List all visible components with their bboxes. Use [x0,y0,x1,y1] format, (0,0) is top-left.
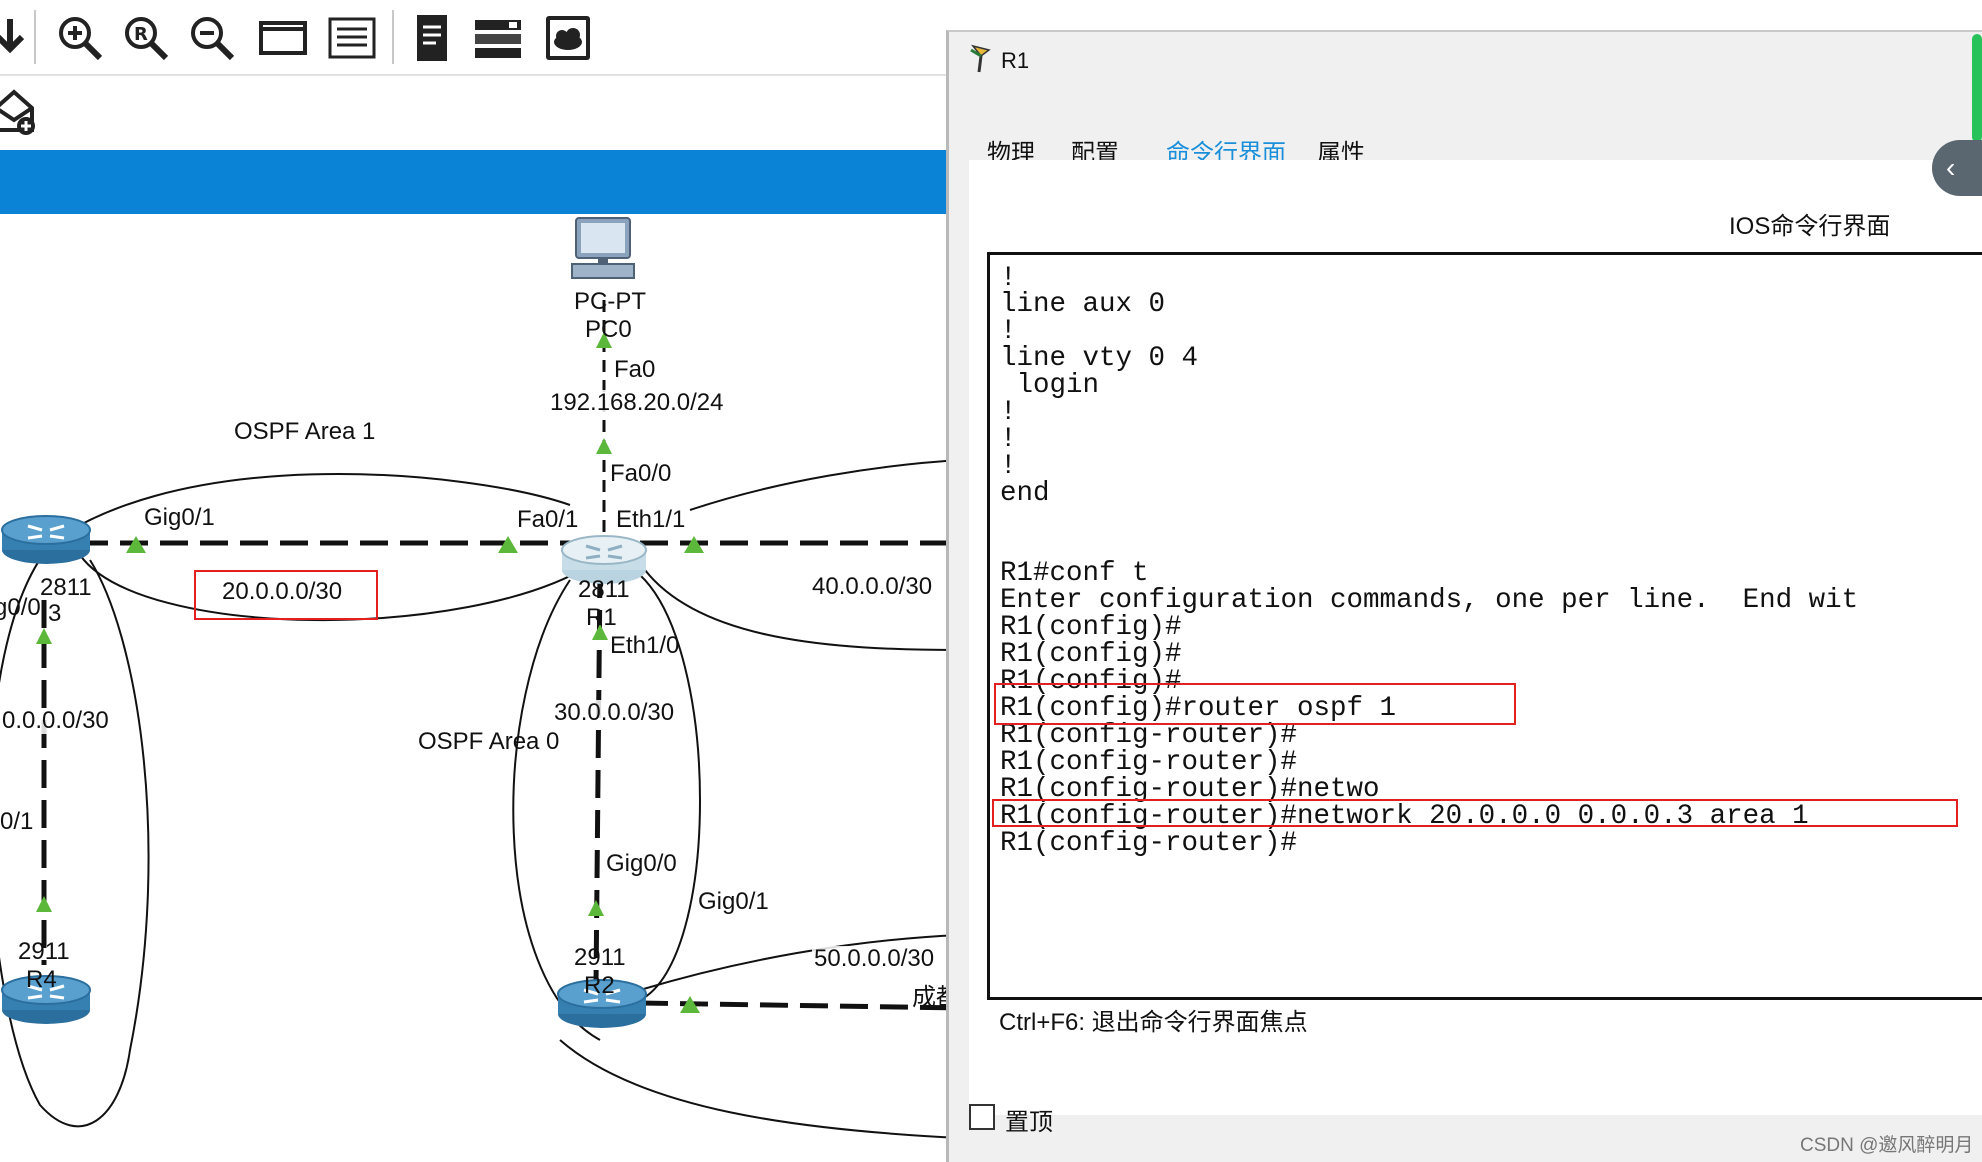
terminal-line: ! [1000,451,1017,482]
terminal-line: line aux 0 [1000,289,1166,320]
r3-model-label: 2811 [40,574,92,601]
toolbar-separator [392,10,394,64]
terminal-line: R1(config)# [1000,639,1182,670]
port-label-gig01-r2: Gig0/1 [698,888,769,915]
port-label-gig00-r2: Gig0/0 [606,850,677,877]
network-label-40: 40.0.0.0/30 [810,573,935,600]
workspace-header-bar [0,150,960,214]
window-icon[interactable] [255,10,311,66]
chevron-left-icon: ‹ [1946,152,1956,183]
ospf-area-outline [559,1039,960,1139]
ospf-area1-label: OSPF Area 1 [234,418,376,445]
terminal-line: R1(config-router)# [1000,747,1298,778]
collapse-panel-button[interactable]: ‹ [1932,140,1982,196]
port-label-fa00: Fa0/0 [610,460,672,487]
svg-text:R: R [134,24,148,45]
r3-name-label: 3 [48,600,62,627]
cli-tab-panel: IOS命令行界面 ! line aux 0 ! line vty 0 4 log… [969,160,1982,1115]
router-window-icon [967,44,995,74]
r4-name-label: R4 [26,966,57,993]
network-label-50: 50.0.0.0/30 [812,945,937,972]
notes-icon[interactable] [404,10,460,66]
terminal-line: login [1000,370,1100,401]
link-up-indicator [36,628,52,644]
device-list-icon[interactable] [470,10,526,66]
r1-model-label: 2811 [578,576,630,603]
terminal-line: ! [1000,424,1017,455]
terminal-line: line vty 0 4 [1000,343,1199,374]
secondary-toolbar [0,76,960,150]
cli-terminal[interactable]: ! line aux 0 ! line vty 0 4 login ! ! ! … [987,252,1982,1000]
terminal-line: end [1000,478,1050,509]
link-up-indicator [588,900,604,916]
network-label-left: 0.0.0.0/30 [0,707,111,734]
r4-model-label: 2911 [18,938,70,965]
pc-icon[interactable] [568,214,640,291]
device-dialog-r1: R1 物理 配置 命令行界面 属性 IOS命令行界面 ! line aux 0 … [946,30,1982,1162]
dialog-title: R1 [1001,48,1030,73]
port-label-eth10: Eth1/0 [610,632,680,659]
link-up-indicator [36,896,52,912]
port-label-r3-left: g0/0 [0,594,41,621]
undo-icon[interactable] [0,10,38,66]
r2-model-label: 2911 [574,944,626,971]
zoom-out-icon[interactable] [184,10,240,66]
zoom-reset-icon[interactable]: R [118,10,174,66]
ospf-area0-outline [512,579,601,1041]
ospf-area1-outline [29,473,571,561]
terminal-line: ! [1000,397,1017,428]
network-label-30: 30.0.0.0/30 [552,699,677,726]
terminal-line: R1(config)# [1000,612,1182,643]
highlight-router-ospf [994,683,1516,725]
main-toolbar: R [0,0,960,76]
port-label-fa0: Fa0 [614,356,656,383]
port-label-eth11: Eth1/1 [616,506,686,533]
router-r3-icon[interactable] [0,510,92,571]
pc-name-label: PC0 [585,316,632,343]
terminal-line: ! [1000,316,1017,347]
pin-on-top-label: 置顶 [1005,1109,1053,1136]
toolbar-separator [34,10,36,64]
topology-canvas[interactable]: PC-PT PC0 Fa0 192.168.20.0/24 Fa0/0 OSPF… [0,214,960,1160]
ospf-area0-label: OSPF Area 0 [418,728,560,755]
r2-name-label: R2 [584,972,615,999]
envelope-add-icon[interactable] [0,86,42,143]
terminal-line: R1(config-router)# [1000,720,1298,751]
watermark: CSDN @邀风醉明月 [1800,1135,1974,1156]
port-label-fa01: Fa0/1 [517,506,579,533]
network-label-lan: 192.168.20.0/24 [548,389,726,416]
highlight-network-20 [194,570,378,620]
status-indicator-strip [1972,34,1982,142]
topology-links [0,300,960,1139]
port-label-gig01-r3: Gig0/1 [144,504,215,531]
cluster-icon[interactable] [540,10,596,66]
pin-on-top-checkbox[interactable] [969,1104,995,1130]
zoom-in-icon[interactable] [52,10,108,66]
terminal-line: Enter configuration commands, one per li… [1000,585,1859,616]
pc-model-label: PC-PT [574,288,646,315]
link-up-indicator [596,438,612,454]
terminal-line: R1#conf t [1000,558,1149,589]
terminal-line: R1(config-router)# [1000,828,1298,859]
cli-focus-hint: Ctrl+F6: 退出命令行界面焦点 [999,1009,1308,1036]
ospf-area-outline [689,459,960,511]
port-label-r4-left: 0/1 [0,808,34,835]
cli-panel-title: IOS命令行界面 [1729,213,1891,240]
highlight-network-command [992,799,1958,827]
palette-icon[interactable] [324,10,380,66]
r1-name-label: R1 [586,604,617,631]
